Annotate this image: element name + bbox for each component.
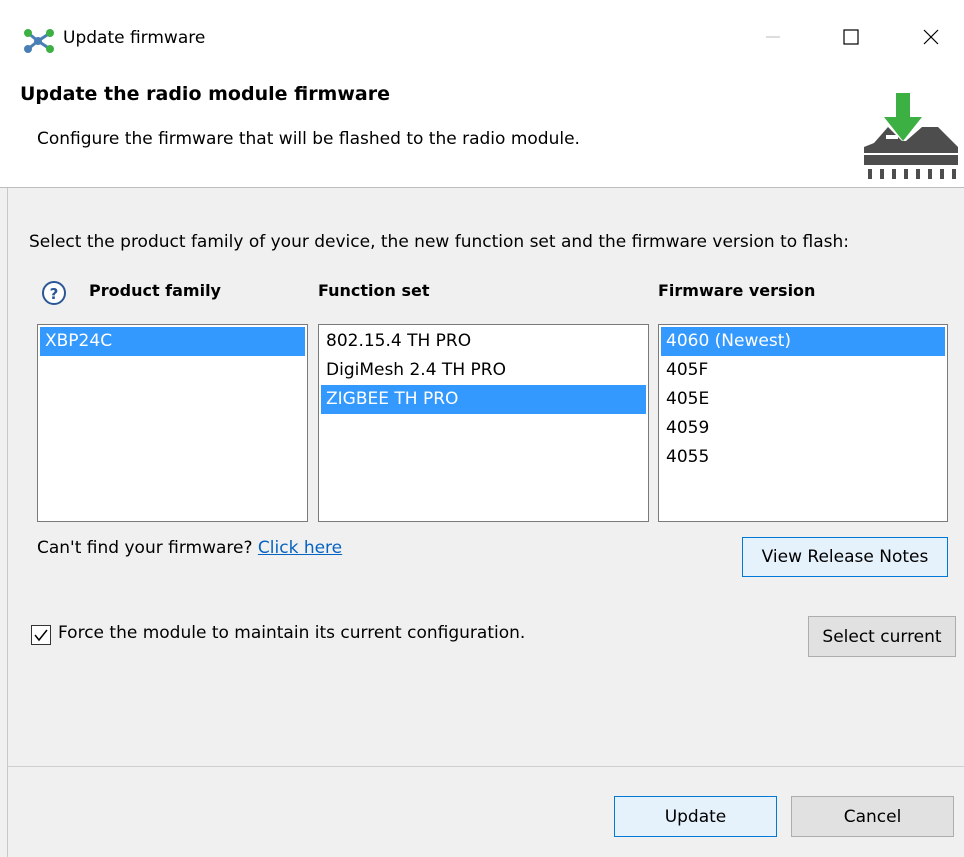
product-family-header: Product family bbox=[89, 281, 221, 300]
list-item[interactable]: 4055 bbox=[661, 443, 945, 472]
view-release-notes-button[interactable]: View Release Notes bbox=[742, 537, 948, 577]
product-family-list[interactable]: XBP24C bbox=[37, 324, 308, 522]
list-item[interactable]: 802.15.4 TH PRO bbox=[321, 327, 646, 356]
list-item[interactable]: XBP24C bbox=[40, 327, 305, 356]
list-item[interactable]: 405F bbox=[661, 356, 945, 385]
maximize-icon bbox=[843, 29, 859, 45]
cant-find-label: Can't find your firmware? bbox=[37, 538, 253, 558]
function-set-list[interactable]: 802.15.4 TH PRO DigiMesh 2.4 TH PRO ZIGB… bbox=[318, 324, 649, 522]
footer-divider bbox=[7, 766, 964, 767]
force-config-label: Force the module to maintain its current… bbox=[58, 623, 526, 643]
dialog-header: Update the radio module firmware Configu… bbox=[0, 77, 964, 188]
list-item[interactable]: 4059 bbox=[661, 414, 945, 443]
close-button[interactable] bbox=[908, 20, 954, 54]
list-item[interactable]: 405E bbox=[661, 385, 945, 414]
svg-text:?: ? bbox=[50, 285, 59, 303]
click-here-link[interactable]: Click here bbox=[258, 538, 342, 558]
instructions-text: Select the product family of your device… bbox=[29, 232, 850, 252]
force-config-checkbox[interactable] bbox=[31, 625, 51, 645]
cancel-button[interactable]: Cancel bbox=[791, 796, 954, 837]
update-button[interactable]: Update bbox=[614, 796, 777, 837]
title-bar: Update firmware bbox=[0, 0, 964, 77]
list-item[interactable]: DigiMesh 2.4 TH PRO bbox=[321, 356, 646, 385]
divider bbox=[7, 188, 8, 857]
help-icon[interactable]: ? bbox=[41, 280, 67, 306]
app-network-icon bbox=[24, 29, 54, 53]
minimize-icon bbox=[766, 36, 780, 38]
firmware-version-list[interactable]: 4060 (Newest) 405F 405E 4059 4055 bbox=[658, 324, 948, 522]
close-icon bbox=[923, 29, 939, 45]
list-item[interactable]: ZIGBEE TH PRO bbox=[321, 385, 646, 414]
maximize-button[interactable] bbox=[828, 20, 874, 54]
header-subtitle: Configure the firmware that will be flas… bbox=[37, 129, 580, 149]
minimize-button[interactable] bbox=[750, 20, 796, 54]
firmware-version-header: Firmware version bbox=[658, 281, 816, 300]
select-current-button[interactable]: Select current bbox=[808, 616, 956, 657]
window-title: Update firmware bbox=[63, 28, 206, 48]
function-set-header: Function set bbox=[318, 281, 430, 300]
header-title: Update the radio module firmware bbox=[20, 83, 390, 105]
list-item[interactable]: 4060 (Newest) bbox=[661, 327, 945, 356]
checkmark-icon bbox=[34, 629, 48, 642]
cant-find-text: Can't find your firmware? Click here bbox=[37, 538, 342, 558]
chip-download-icon bbox=[864, 93, 958, 179]
